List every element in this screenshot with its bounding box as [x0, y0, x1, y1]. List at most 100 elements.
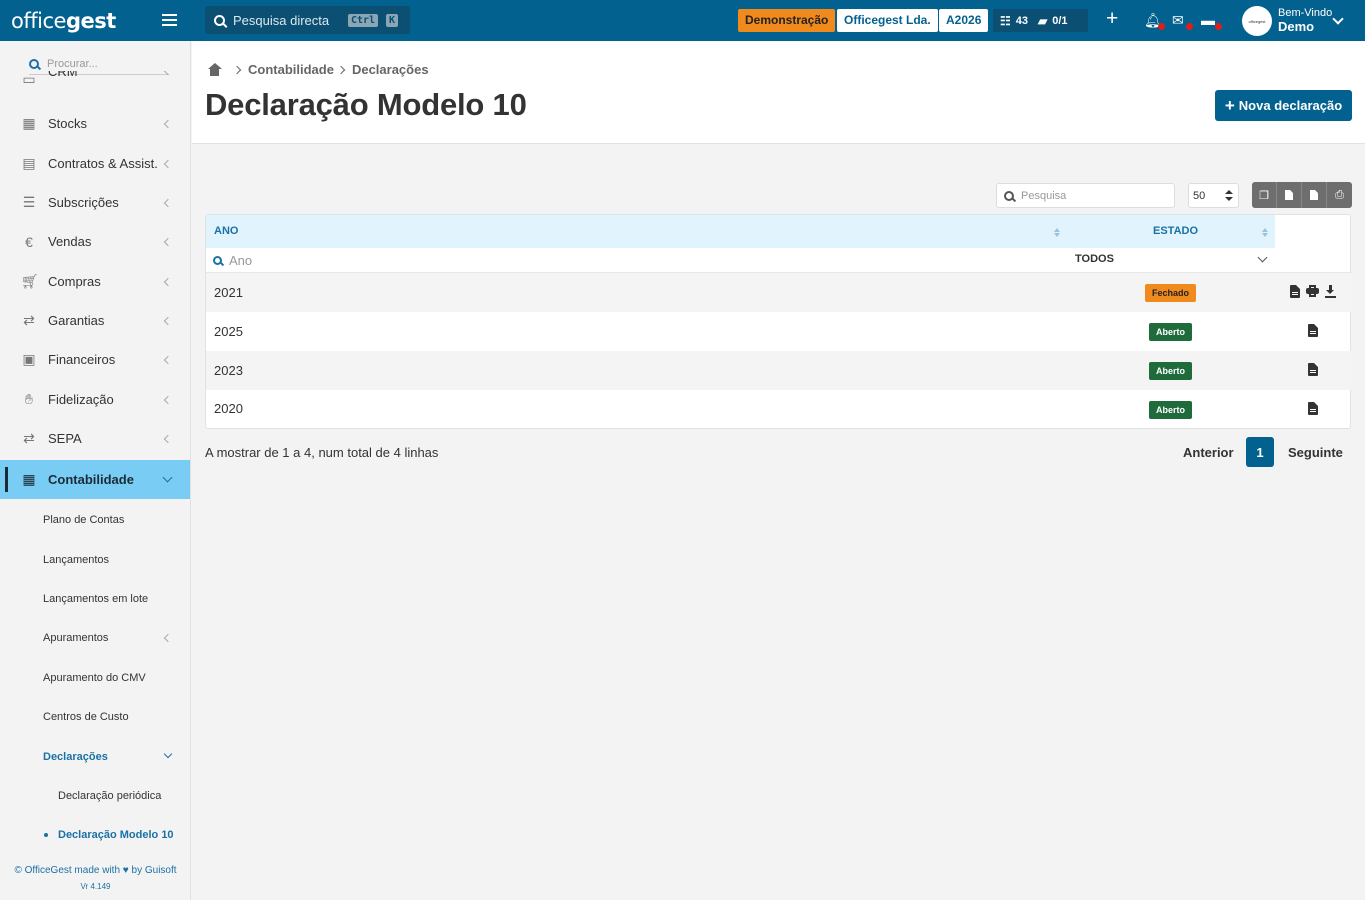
sidebar-item-label: Subscrições	[48, 195, 119, 210]
row-actions	[1308, 402, 1318, 415]
menu-toggle-icon[interactable]	[162, 14, 177, 26]
print-button[interactable]: ⎙	[1327, 182, 1352, 208]
tasks-count: 43	[1015, 14, 1029, 27]
sort-icon[interactable]	[1262, 228, 1268, 238]
active-indicator	[5, 467, 8, 492]
pagination-next[interactable]: Seguinte	[1288, 445, 1343, 460]
sidebar-subitem-plano-contas[interactable]: Plano de Contas	[0, 500, 190, 539]
new-declaration-button[interactable]: + Nova declaração	[1215, 90, 1352, 121]
sidebar-subitem-label: Declaração periódica	[58, 789, 162, 802]
ticket-dot	[1215, 23, 1222, 30]
table-row[interactable]: 2020 Aberto	[206, 390, 1352, 429]
year-cell: 2023	[214, 363, 243, 378]
document-icon[interactable]	[1308, 324, 1318, 337]
fiscal-year-selector[interactable]: A2026	[939, 9, 989, 32]
chevron-left-icon	[163, 119, 173, 128]
excel-button[interactable]	[1277, 182, 1302, 208]
global-search-input[interactable]: Pesquisa directa Ctrl K	[205, 6, 410, 34]
sidebar-subitem-apuramento-cmv[interactable]: Apuramento do CMV	[0, 658, 190, 697]
tasks-icon: ☷	[1000, 13, 1011, 28]
sidebar-item-label: Contabilidade	[48, 472, 134, 487]
warehouse-icon: ▦	[22, 115, 36, 131]
sidebar-subitem-apuramentos[interactable]: Apuramentos	[0, 618, 190, 657]
home-icon[interactable]	[207, 63, 222, 76]
sidebar-item-contabilidade[interactable]: ▦ Contabilidade	[0, 460, 190, 499]
sidebar-subitem-declaracao-periodica[interactable]: Declaração periódica	[0, 776, 190, 815]
sidebar-item-compras[interactable]: 🛒︎ Compras	[0, 262, 190, 301]
status-filter-select[interactable]: TODOS	[1075, 253, 1114, 265]
new-declaration-label: Nova declaração	[1238, 98, 1343, 113]
company-selector[interactable]: Officegest Lda.	[837, 9, 938, 32]
task-doc-counters[interactable]: ☷ 43 ▰ 0/1	[993, 9, 1088, 32]
shortcut-k-key: K	[386, 14, 399, 27]
user-welcome[interactable]: Bem-Vindo Demo	[1278, 7, 1332, 33]
chevron-down-icon[interactable]	[1257, 252, 1268, 263]
table-row[interactable]: 2023 Aberto	[206, 351, 1352, 390]
list-icon: ☰	[22, 194, 36, 210]
shortcut-ctrl-key: Ctrl	[348, 14, 379, 27]
rocket-icon[interactable]: 🔔︎	[1144, 12, 1165, 30]
mode-badge[interactable]: Demonstração	[738, 9, 836, 32]
sidebar-item-crm[interactable]: ▭ CRM	[0, 71, 190, 91]
sidebar-subitem-lancamentos-lote[interactable]: Lançamentos em lote	[0, 579, 190, 618]
copy-button[interactable]: ❐	[1252, 182, 1277, 208]
app-logo[interactable]: officegest	[0, 0, 191, 41]
sidebar-item-contratos[interactable]: ▤ Contratos & Assist.	[0, 144, 190, 183]
page-size-value: 50	[1193, 189, 1206, 202]
sort-icon[interactable]	[1054, 228, 1060, 238]
document-icon[interactable]	[1290, 285, 1300, 298]
page-header: Contabilidade Declarações Declaração Mod…	[192, 41, 1365, 144]
document-icon[interactable]	[1308, 402, 1318, 415]
breadcrumb-contabilidade[interactable]: Contabilidade	[248, 62, 334, 77]
chevron-left-icon	[163, 237, 173, 246]
breadcrumb-declaracoes[interactable]: Declarações	[352, 62, 429, 77]
document-icon[interactable]	[1308, 363, 1318, 376]
sidebar-subitem-declaracao-modelo-10[interactable]: Declaração Modelo 10	[0, 815, 190, 854]
column-header-year[interactable]: ANO	[214, 225, 238, 237]
sidebar-item-vendas[interactable]: € Vendas	[0, 222, 190, 261]
sidebar-item-financeiros[interactable]: ▣ Financeiros	[0, 340, 190, 379]
sidebar-item-label: Fidelização	[48, 392, 114, 407]
hand-icon: ✋︎	[25, 391, 33, 407]
sidebar-footer: © OfficeGest made with ♥ by Guisoft Vr 4…	[0, 863, 190, 895]
row-actions	[1290, 285, 1336, 298]
sidebar-item-label: Compras	[48, 274, 101, 289]
status-badge: Aberto	[1149, 362, 1192, 380]
pagination-current-page[interactable]: 1	[1246, 437, 1274, 467]
table-search-input[interactable]: Pesquisa	[996, 183, 1175, 208]
quick-add-button[interactable]: +	[1106, 8, 1118, 29]
sidebar-item-label: SEPA	[48, 431, 82, 446]
status-badge: Aberto	[1149, 323, 1192, 341]
pdf-button[interactable]	[1302, 182, 1327, 208]
heart-icon: ♥	[122, 865, 129, 876]
sidebar-item-subscricoes[interactable]: ☰ Subscrições	[0, 183, 190, 222]
current-bullet	[44, 833, 48, 837]
top-bar: officegest Pesquisa directa Ctrl K Demon…	[0, 0, 1365, 41]
chevron-left-icon	[163, 633, 173, 642]
table-row[interactable]: 2025 Aberto	[206, 312, 1352, 351]
download-icon[interactable]	[1325, 285, 1336, 298]
sidebar-subitem-declaracoes[interactable]: Declarações	[0, 737, 190, 776]
sidebar-subitem-lancamentos[interactable]: Lançamentos	[0, 540, 190, 579]
excel-icon	[1285, 190, 1293, 200]
mail-icon[interactable]: ✉︎	[1172, 12, 1193, 30]
logo-part-gest: gest	[65, 8, 116, 33]
year-filter-input[interactable]: Ano	[229, 253, 252, 268]
sidebar-subitem-centros-custo[interactable]: Centros de Custo	[0, 697, 190, 736]
sidebar-subitem-label: Plano de Contas	[43, 513, 125, 526]
year-cell: 2020	[214, 401, 243, 416]
sidebar-item-garantias[interactable]: ⇄ Garantias	[0, 301, 190, 340]
sidebar-item-sepa[interactable]: ⇄ SEPA	[0, 419, 190, 458]
chevron-right-icon	[232, 65, 242, 74]
ticket-icon[interactable]: ▬	[1201, 12, 1222, 30]
print-icon[interactable]	[1306, 285, 1319, 297]
sidebar-item-stocks[interactable]: ▦ Stocks	[0, 104, 190, 143]
page-size-select[interactable]: 50	[1188, 183, 1239, 208]
user-avatar[interactable]: officegest	[1242, 6, 1272, 36]
column-header-status[interactable]: ESTADO	[1153, 225, 1198, 237]
sidebar-item-fidelizacao[interactable]: ✋︎ Fidelização	[0, 380, 190, 419]
footer-credit-right[interactable]: by Guisoft	[132, 865, 177, 876]
chevron-down-icon[interactable]	[1332, 13, 1344, 25]
table-row[interactable]: 2021 Fechado	[206, 273, 1352, 312]
pagination-previous[interactable]: Anterior	[1183, 445, 1234, 460]
